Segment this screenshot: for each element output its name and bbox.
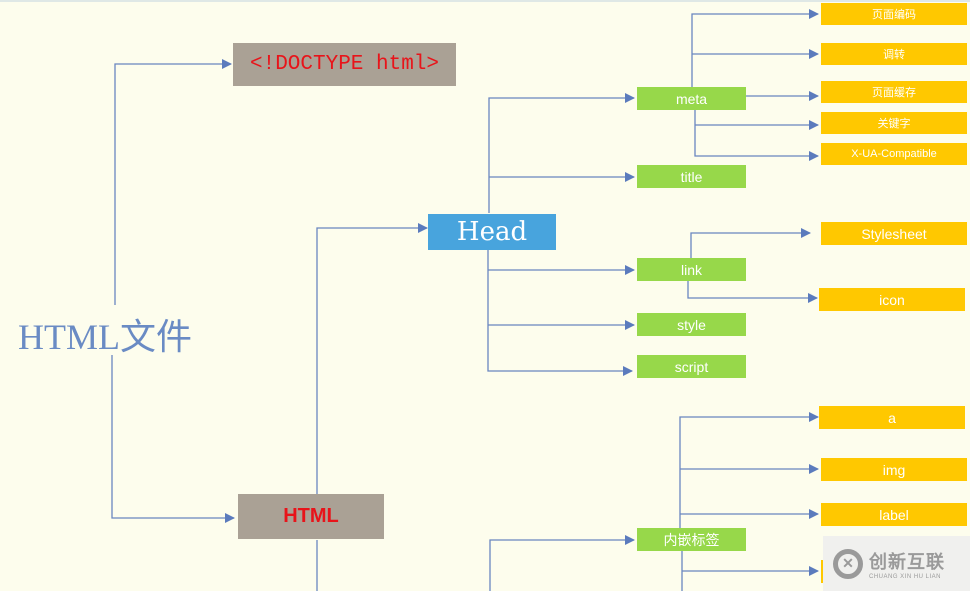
node-head: Head xyxy=(428,214,556,250)
node-meta-child: 页面缓存 xyxy=(821,81,967,103)
edge-meta-5 xyxy=(694,110,819,161)
node-meta: meta xyxy=(637,87,746,110)
node-meta-child: 关键字 xyxy=(821,112,967,134)
node-style: style xyxy=(637,313,746,336)
node-inline-img: img xyxy=(821,458,967,481)
root-node-html-file: HTML文件 xyxy=(18,317,192,357)
edge-head-script xyxy=(487,250,633,376)
edge-html-inline xyxy=(489,535,635,591)
node-meta-child: 页面编码 xyxy=(821,3,967,25)
watermark-logo-icon: ✕ xyxy=(833,548,863,579)
edge-root-html xyxy=(111,355,235,523)
watermark: ✕ 创新互联 CHUANG XIN HU LIAN xyxy=(823,536,970,591)
node-link: link xyxy=(637,258,746,281)
node-link-stylesheet: Stylesheet xyxy=(821,222,967,245)
watermark-en: CHUANG XIN HU LIAN xyxy=(869,573,942,580)
node-doctype: <!DOCTYPE html> xyxy=(233,43,456,86)
edge-head-meta xyxy=(488,93,635,213)
edge-root-doctype xyxy=(114,59,232,305)
node-html: HTML xyxy=(238,494,384,539)
edge-link-icon xyxy=(687,281,818,303)
node-meta-child: X-UA-Compatible xyxy=(821,143,967,165)
node-meta-child: 调转 xyxy=(821,43,967,65)
node-script: script xyxy=(637,355,746,378)
node-title: title xyxy=(637,165,746,188)
edge-link-stylesheet xyxy=(690,228,811,258)
edge-meta-1 xyxy=(691,9,819,87)
node-inline-a: a xyxy=(819,406,965,429)
edge-html-head xyxy=(316,223,428,494)
edge-inline-a xyxy=(679,412,819,528)
watermark-cn: 创新互联 xyxy=(869,551,945,572)
node-inline-tags: 内嵌标签 xyxy=(637,528,746,551)
node-inline-label: label xyxy=(821,503,967,526)
node-link-icon: icon xyxy=(819,288,965,311)
